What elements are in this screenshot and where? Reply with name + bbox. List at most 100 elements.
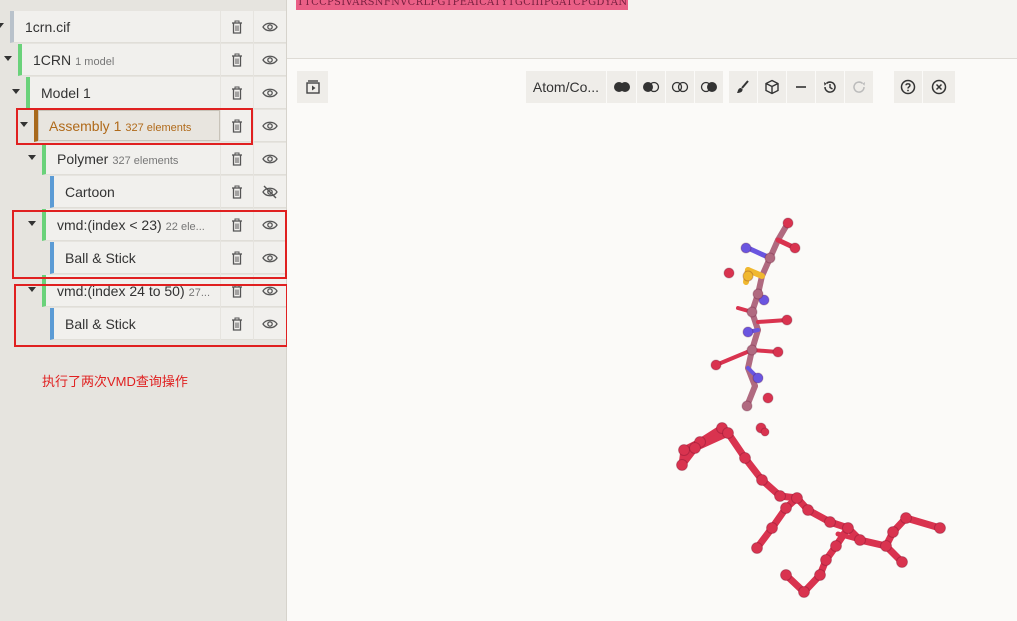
tree-node-title: Model 1 — [41, 85, 91, 101]
visibility-toggle-button[interactable] — [254, 77, 286, 109]
tree-node-label[interactable]: Polymer 327 elements — [42, 143, 220, 175]
sequence-text[interactable]: TTCCPSIVARSNFNVCRLPGTPEAICATYTGCIIIPGATC… — [296, 0, 629, 10]
tree-row[interactable]: Ball & Stick — [0, 308, 286, 341]
visibility-toggle-button[interactable] — [254, 110, 286, 142]
trash-icon — [232, 119, 242, 133]
tree-node-label[interactable]: Ball & Stick — [50, 308, 220, 340]
tree-row[interactable]: Polymer 327 elements — [0, 143, 286, 176]
chevron-down-icon[interactable] — [0, 23, 4, 28]
atom — [782, 217, 794, 229]
atom — [896, 556, 908, 568]
tree-node-label[interactable]: Cartoon — [50, 176, 220, 208]
delete-button[interactable] — [221, 11, 253, 43]
tree-node-label[interactable]: Assembly 1 327 elements — [34, 110, 220, 142]
delete-button[interactable] — [221, 110, 253, 142]
tree-row[interactable]: vmd:(index 24 to 50) 27... — [0, 275, 286, 308]
atom — [774, 490, 786, 502]
eye-icon — [262, 154, 278, 163]
eye-icon — [262, 121, 278, 130]
tree-node-title: Assembly 1 — [49, 118, 122, 134]
delete-button[interactable] — [221, 176, 253, 208]
tree-row[interactable]: Assembly 1 327 elements — [0, 110, 286, 143]
trash-icon — [232, 284, 242, 298]
atom — [741, 400, 753, 412]
annotation-text: 执行了两次VMD查询操作 — [42, 374, 188, 389]
chevron-down-icon[interactable] — [28, 155, 36, 160]
tree-node-title: Polymer — [57, 151, 109, 167]
atom — [789, 242, 801, 254]
delete-button[interactable] — [221, 77, 253, 109]
visibility-toggle-button[interactable] — [254, 209, 286, 241]
tree-node-title: vmd:(index 24 to 50) — [57, 283, 185, 299]
trash-icon — [232, 20, 242, 34]
delete-button[interactable] — [221, 275, 253, 307]
atom — [764, 252, 776, 264]
atom — [887, 526, 899, 538]
3d-viewport[interactable]: Atom/Co... — [287, 59, 1017, 621]
atom — [752, 372, 764, 384]
atom — [739, 452, 751, 464]
atom — [830, 540, 842, 552]
chevron-down-icon[interactable] — [4, 56, 12, 61]
trash-icon — [232, 53, 242, 67]
visibility-toggle-button[interactable] — [254, 176, 286, 208]
visibility-toggle-button[interactable] — [254, 275, 286, 307]
tree-node-label[interactable]: Ball & Stick — [50, 242, 220, 274]
atom — [762, 392, 774, 404]
trash-icon — [232, 317, 242, 331]
atom — [900, 512, 912, 524]
atom — [824, 516, 836, 528]
atom — [746, 344, 758, 356]
eye-off-icon — [262, 185, 278, 198]
eye-icon — [262, 22, 278, 31]
atom — [752, 288, 764, 300]
tree-node-label[interactable]: vmd:(index 24 to 50) 27... — [42, 275, 220, 307]
tree-node-title: vmd:(index < 23) — [57, 217, 162, 233]
tree-row[interactable]: Ball & Stick — [0, 242, 286, 275]
tree-row[interactable]: vmd:(index < 23) 22 ele... — [0, 209, 286, 242]
visibility-toggle-button[interactable] — [254, 44, 286, 76]
delete-button[interactable] — [221, 143, 253, 175]
tree-node-count: 22 ele... — [165, 221, 205, 233]
chevron-down-icon[interactable] — [28, 287, 36, 292]
tree-node-title: Ball & Stick — [65, 316, 136, 332]
tree-row[interactable]: 1crn.cif — [0, 11, 286, 44]
visibility-toggle-button[interactable] — [254, 143, 286, 175]
tree-node-label[interactable]: 1crn.cif — [10, 11, 220, 43]
tree-row[interactable]: Cartoon — [0, 176, 286, 209]
delete-button[interactable] — [221, 308, 253, 340]
tree-row[interactable]: 1CRN 1 model — [0, 44, 286, 77]
delete-button[interactable] — [221, 209, 253, 241]
eye-icon — [262, 220, 278, 229]
delete-button[interactable] — [221, 44, 253, 76]
trash-icon — [232, 86, 242, 100]
trash-icon — [232, 185, 242, 199]
tree-node-label[interactable]: 1CRN 1 model — [18, 44, 220, 76]
chevron-down-icon[interactable] — [28, 221, 36, 226]
atom — [854, 534, 866, 546]
eye-icon — [262, 286, 278, 295]
atom — [740, 242, 752, 254]
atom — [742, 326, 754, 338]
atom — [676, 459, 688, 471]
atom — [802, 504, 814, 516]
eye-icon — [262, 253, 278, 262]
chevron-down-icon[interactable] — [20, 122, 28, 127]
molecule-ball-and-stick[interactable] — [287, 59, 1017, 621]
visibility-toggle-button[interactable] — [254, 11, 286, 43]
atom — [780, 569, 792, 581]
trash-icon — [232, 251, 242, 265]
tree-node-label[interactable]: Model 1 — [26, 77, 220, 109]
atom — [772, 346, 784, 358]
delete-button[interactable] — [221, 242, 253, 274]
tree-node-label[interactable]: vmd:(index < 23) 22 ele... — [42, 209, 220, 241]
atom — [781, 314, 793, 326]
visibility-toggle-button[interactable] — [254, 242, 286, 274]
structure-tree-panel: 1crn.cif 1CRN 1 model Model 1 Assembly 1 327 … — [0, 0, 288, 621]
visibility-toggle-button[interactable] — [254, 308, 286, 340]
chevron-down-icon[interactable] — [12, 89, 20, 94]
eye-icon — [262, 55, 278, 64]
tree-row[interactable]: Model 1 — [0, 77, 286, 110]
atom — [756, 474, 768, 486]
eye-icon — [262, 319, 278, 328]
